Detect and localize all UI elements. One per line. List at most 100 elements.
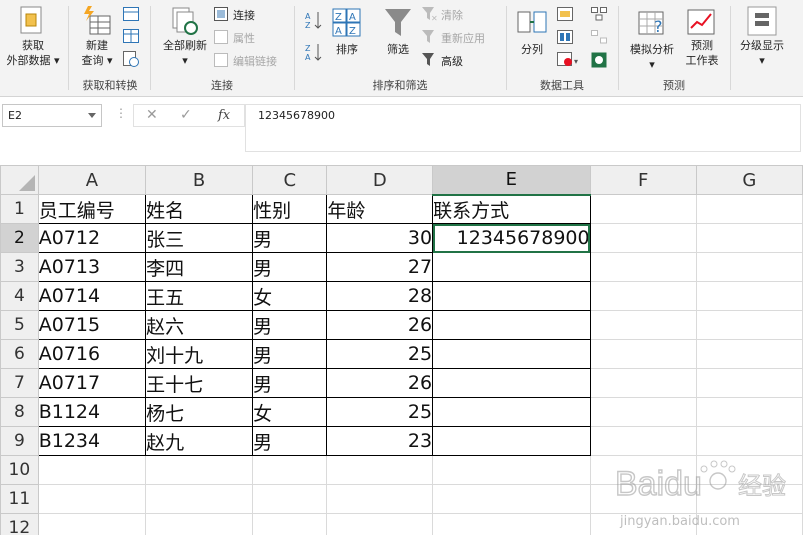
row-header[interactable]: 4 — [0, 281, 39, 311]
outline-button[interactable]: 分级显示 ▾ — [734, 4, 790, 70]
cell-d10[interactable] — [326, 455, 434, 485]
cell-b2[interactable]: 张三 — [145, 223, 254, 253]
cell-a9[interactable]: B1234 — [37, 426, 147, 456]
cell-c10[interactable] — [252, 455, 328, 485]
column-header-c[interactable]: C — [252, 165, 328, 195]
data-model-icon[interactable] — [591, 52, 607, 68]
data-validation-icon[interactable]: ▾ — [557, 52, 581, 68]
cell-a12[interactable] — [37, 513, 147, 535]
sort-ascending-icon[interactable]: AZ — [305, 10, 323, 30]
forecast-sheet-button[interactable]: 预测 工作表 — [682, 4, 722, 70]
cell-g8[interactable] — [695, 397, 803, 427]
cell-e12[interactable] — [432, 513, 591, 535]
relationships-icon[interactable] — [591, 30, 607, 44]
cell-c7[interactable]: 男 — [252, 368, 328, 398]
row-header[interactable]: 5 — [0, 310, 39, 340]
column-header-f[interactable]: F — [589, 165, 697, 195]
row-header[interactable]: 11 — [0, 484, 39, 514]
row-header[interactable]: 1 — [0, 194, 39, 224]
row-header[interactable]: 2 — [0, 223, 39, 253]
recent-sources-icon[interactable] — [123, 51, 139, 67]
cell-e5[interactable] — [432, 310, 591, 340]
cell-c11[interactable] — [252, 484, 328, 514]
cell-b8[interactable]: 杨七 — [145, 397, 254, 427]
cell-b9[interactable]: 赵九 — [145, 426, 254, 456]
insert-function-icon[interactable]: fx — [218, 108, 230, 123]
cell-e10[interactable] — [432, 455, 591, 485]
cell-g5[interactable] — [695, 310, 803, 340]
cell-e8[interactable] — [432, 397, 591, 427]
cell-b11[interactable] — [145, 484, 254, 514]
cell-a2[interactable]: A0712 — [37, 223, 147, 253]
cell-d3[interactable]: 27 — [326, 252, 434, 282]
cell-e4[interactable] — [432, 281, 591, 311]
cell-e6[interactable] — [432, 339, 591, 369]
cell-b6[interactable]: 刘十九 — [145, 339, 254, 369]
what-if-button[interactable]: ? 模拟分析 ▾ — [624, 4, 680, 71]
cell-e11[interactable] — [432, 484, 591, 514]
column-header-a[interactable]: A — [37, 165, 147, 195]
row-header[interactable]: 12 — [0, 513, 39, 535]
text-to-columns-button[interactable]: 分列 — [514, 4, 550, 70]
cell-d2[interactable]: 30 — [326, 223, 434, 253]
new-query-button[interactable]: 新建 查询 ▾ — [74, 4, 120, 70]
cell-a5[interactable]: A0715 — [37, 310, 147, 340]
name-box[interactable]: E2 — [2, 104, 102, 127]
cell-f2[interactable] — [589, 223, 697, 253]
cell-g4[interactable] — [695, 281, 803, 311]
row-header[interactable]: 3 — [0, 252, 39, 282]
consolidate-icon[interactable] — [591, 7, 607, 21]
cell-b12[interactable] — [145, 513, 254, 535]
cell-c3[interactable]: 男 — [252, 252, 328, 282]
cell-g3[interactable] — [695, 252, 803, 282]
cell-c4[interactable]: 女 — [252, 281, 328, 311]
cell-g2[interactable] — [695, 223, 803, 253]
cell-b10[interactable] — [145, 455, 254, 485]
row-header[interactable]: 10 — [0, 455, 39, 485]
cell-d5[interactable]: 26 — [326, 310, 434, 340]
cell-d7[interactable]: 26 — [326, 368, 434, 398]
sort-descending-icon[interactable]: ZA — [305, 42, 323, 62]
cell-d4[interactable]: 28 — [326, 281, 434, 311]
cell-c2[interactable]: 男 — [252, 223, 328, 253]
cell-b5[interactable]: 赵六 — [145, 310, 254, 340]
cell-f5[interactable] — [589, 310, 697, 340]
cell-e3[interactable] — [432, 252, 591, 282]
get-external-data-button[interactable]: 获取 外部数据 ▾ — [2, 4, 64, 70]
cell-a11[interactable] — [37, 484, 147, 514]
cell-a8[interactable]: B1124 — [37, 397, 147, 427]
cell-d1[interactable]: 年龄 — [326, 194, 434, 224]
from-table-icon[interactable] — [123, 29, 139, 43]
row-header[interactable]: 7 — [0, 368, 39, 398]
cell-e7[interactable] — [432, 368, 591, 398]
cell-f4[interactable] — [589, 281, 697, 311]
cell-f3[interactable] — [589, 252, 697, 282]
cell-a10[interactable] — [37, 455, 147, 485]
enter-icon[interactable]: ✓ — [180, 107, 192, 123]
cell-c5[interactable]: 男 — [252, 310, 328, 340]
row-header[interactable]: 8 — [0, 397, 39, 427]
cell-c8[interactable]: 女 — [252, 397, 328, 427]
cell-d12[interactable] — [326, 513, 434, 535]
show-queries-icon[interactable] — [123, 7, 139, 21]
cell-f7[interactable] — [589, 368, 697, 398]
sort-button[interactable]: Z A A Z 排序 — [330, 4, 364, 70]
column-header-e[interactable]: E — [432, 165, 591, 196]
cell-b3[interactable]: 李四 — [145, 252, 254, 282]
cell-g1[interactable] — [695, 194, 803, 224]
cell-c12[interactable] — [252, 513, 328, 535]
cell-e9[interactable] — [432, 426, 591, 456]
column-header-b[interactable]: B — [145, 165, 254, 195]
cell-g7[interactable] — [695, 368, 803, 398]
cell-a4[interactable]: A0714 — [37, 281, 147, 311]
filter-button[interactable]: 筛选 — [380, 4, 416, 70]
cell-c6[interactable]: 男 — [252, 339, 328, 369]
refresh-all-button[interactable]: 全部刷新 ▾ — [156, 4, 214, 70]
cell-d11[interactable] — [326, 484, 434, 514]
cell-a6[interactable]: A0716 — [37, 339, 147, 369]
cell-d9[interactable]: 23 — [326, 426, 434, 456]
cell-e2-active[interactable]: 12345678900 — [432, 223, 591, 253]
cell-c1[interactable]: 性别 — [252, 194, 328, 224]
cell-f6[interactable] — [589, 339, 697, 369]
cell-d8[interactable]: 25 — [326, 397, 434, 427]
